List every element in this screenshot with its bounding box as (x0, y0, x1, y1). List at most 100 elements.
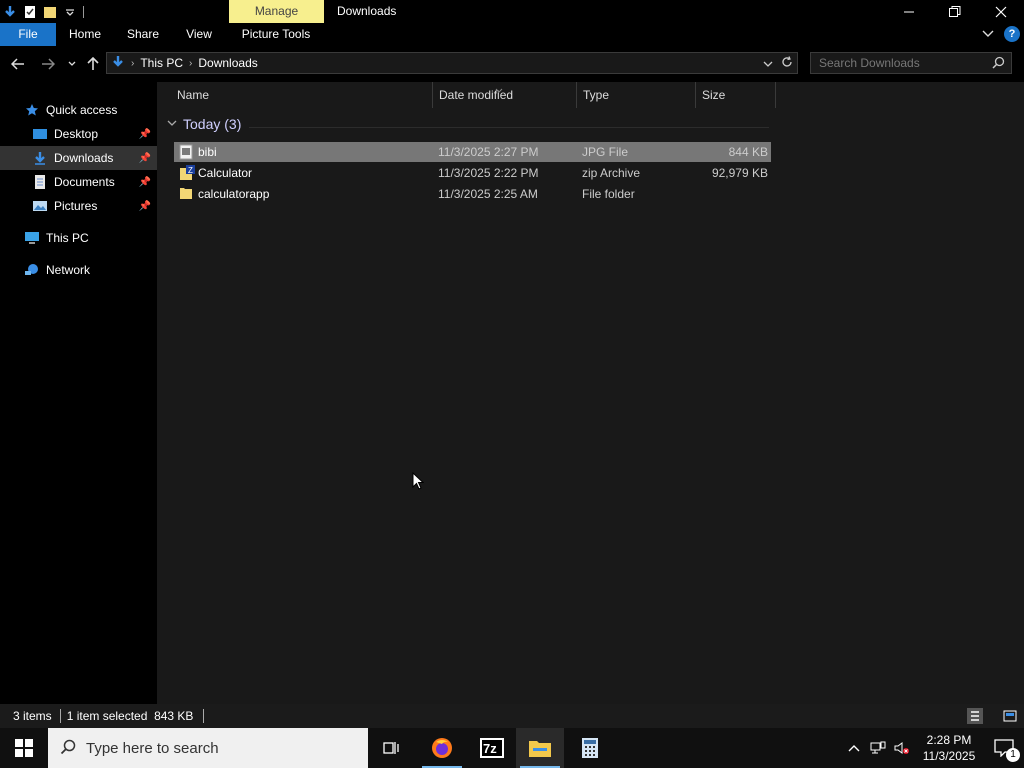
file-type: File folder (582, 187, 635, 201)
help-icon[interactable]: ? (1004, 26, 1020, 42)
7zip-icon: 7z (480, 738, 504, 758)
back-button[interactable] (8, 54, 28, 74)
pin-icon: 📌 (138, 200, 151, 212)
task-view-button[interactable] (368, 728, 416, 768)
recent-locations-button[interactable] (62, 54, 82, 74)
download-location-icon (111, 55, 125, 72)
tab-home[interactable]: Home (62, 23, 108, 46)
svg-text:7z: 7z (483, 741, 497, 756)
file-size: 92,979 KB (711, 166, 768, 180)
tab-view[interactable]: View (178, 23, 220, 46)
volume-muted-icon[interactable] (890, 741, 914, 755)
firefox-taskbar-button[interactable] (418, 728, 466, 768)
network-icon (24, 262, 40, 278)
refresh-icon[interactable] (781, 55, 793, 71)
nav-item-desktop[interactable]: Desktop 📌 (0, 122, 157, 146)
calculator-taskbar-button[interactable] (566, 728, 614, 768)
clock-time: 2:28 PM (926, 733, 972, 747)
column-header-type[interactable]: Type (577, 82, 696, 108)
sort-indicator-icon (495, 82, 503, 96)
folder-icon (179, 186, 193, 202)
svg-text:Z: Z (188, 166, 193, 175)
tab-file[interactable]: File (0, 23, 56, 46)
file-name: Calculator (198, 166, 253, 180)
breadcrumb-this-pc[interactable]: This PC (140, 56, 183, 70)
taskbar-search-icon (60, 739, 76, 758)
system-tray: 2:28 PM 11/3/2025 1 (842, 728, 1024, 768)
nav-item-label: Downloads (54, 151, 114, 165)
minimize-button[interactable] (886, 0, 932, 23)
file-date: 11/3/2025 2:27 PM (438, 145, 539, 159)
file-explorer-taskbar-button[interactable] (516, 728, 564, 768)
group-header-today[interactable]: Today (3) (167, 116, 241, 132)
search-box[interactable] (810, 52, 1012, 74)
forward-button[interactable] (38, 54, 58, 74)
new-folder-icon[interactable] (40, 0, 60, 23)
nav-item-documents[interactable]: Documents 📌 (0, 170, 157, 194)
up-button[interactable] (83, 54, 103, 74)
file-row-bibi[interactable]: bibi 11/3/2025 2:27 PM JPG File 844 KB (174, 142, 771, 162)
clock[interactable]: 2:28 PM 11/3/2025 (914, 732, 984, 764)
calculator-icon (582, 738, 598, 758)
quick-access-toolbar (0, 0, 86, 23)
file-explorer-icon (529, 741, 551, 757)
expand-ribbon-icon[interactable] (982, 27, 994, 41)
star-icon (24, 102, 40, 118)
selection-info: 1 item selected 843 KB (66, 709, 194, 723)
taskbar-search-text: Type here to search (86, 739, 219, 757)
item-count: 3 items (13, 709, 52, 723)
search-icon[interactable] (992, 56, 1005, 72)
file-size (694, 184, 768, 204)
image-file-icon (179, 144, 193, 160)
nav-item-label: Pictures (54, 199, 98, 213)
zip-archive-icon: Z (179, 165, 195, 181)
status-bar: 3 items 1 item selected 843 KB (0, 704, 1024, 728)
file-row-calculator[interactable]: Z Calculator 11/3/2025 2:22 PM zip Archi… (174, 163, 771, 183)
nav-item-this-pc[interactable]: This PC (0, 226, 157, 250)
close-button[interactable] (978, 0, 1024, 23)
tab-share[interactable]: Share (120, 23, 166, 46)
large-icons-view-icon[interactable] (1002, 708, 1018, 724)
nav-item-network[interactable]: Network (0, 258, 157, 282)
breadcrumb-downloads[interactable]: Downloads (198, 56, 257, 70)
network-status-icon[interactable] (866, 741, 890, 755)
nav-item-label: Quick access (46, 103, 118, 117)
column-header-name[interactable]: Name (171, 82, 433, 108)
file-name: bibi (198, 145, 217, 159)
search-input[interactable] (811, 53, 981, 73)
notification-badge: 1 (1006, 748, 1020, 762)
clock-date: 11/3/2025 (922, 749, 976, 763)
file-type: JPG File (582, 145, 629, 159)
customize-toolbar-icon[interactable] (60, 0, 80, 23)
action-center-button[interactable]: 1 (984, 728, 1024, 768)
tab-picture-tools[interactable]: Picture Tools (232, 23, 320, 46)
nav-item-pictures[interactable]: Pictures 📌 (0, 194, 157, 218)
pin-icon: 📌 (138, 128, 151, 140)
address-bar[interactable]: › This PC › Downloads (106, 52, 798, 74)
nav-item-quick-access[interactable]: Quick access (0, 98, 157, 122)
manage-context-tab[interactable]: Manage (229, 0, 324, 23)
restore-button[interactable] (932, 0, 978, 23)
collapse-chevron-icon[interactable] (167, 119, 177, 130)
start-button[interactable] (0, 728, 48, 768)
column-header-date-modified[interactable]: Date modified (433, 82, 577, 108)
window-title: Downloads (337, 4, 397, 18)
nav-item-label: Desktop (54, 127, 99, 141)
windows-logo-icon (15, 739, 33, 757)
task-view-icon (383, 742, 399, 754)
7zip-taskbar-button[interactable]: 7z (468, 728, 516, 768)
file-name: calculatorapp (198, 187, 270, 201)
properties-icon[interactable] (20, 0, 40, 23)
details-view-icon[interactable] (967, 708, 983, 724)
computer-icon (24, 230, 40, 246)
file-date: 11/3/2025 2:22 PM (438, 166, 539, 180)
nav-item-label: This PC (46, 231, 89, 245)
show-hidden-icons-icon[interactable] (842, 744, 866, 752)
column-header-size[interactable]: Size (696, 82, 776, 108)
file-row-calculatorapp[interactable]: calculatorapp 11/3/2025 2:25 AM File fol… (174, 184, 771, 204)
taskbar-search-box[interactable]: Type here to search (48, 728, 368, 768)
group-divider (249, 127, 769, 128)
nav-item-downloads[interactable]: Downloads 📌 (0, 146, 157, 170)
address-dropdown-icon[interactable] (763, 56, 773, 70)
mouse-cursor-icon (412, 471, 425, 490)
